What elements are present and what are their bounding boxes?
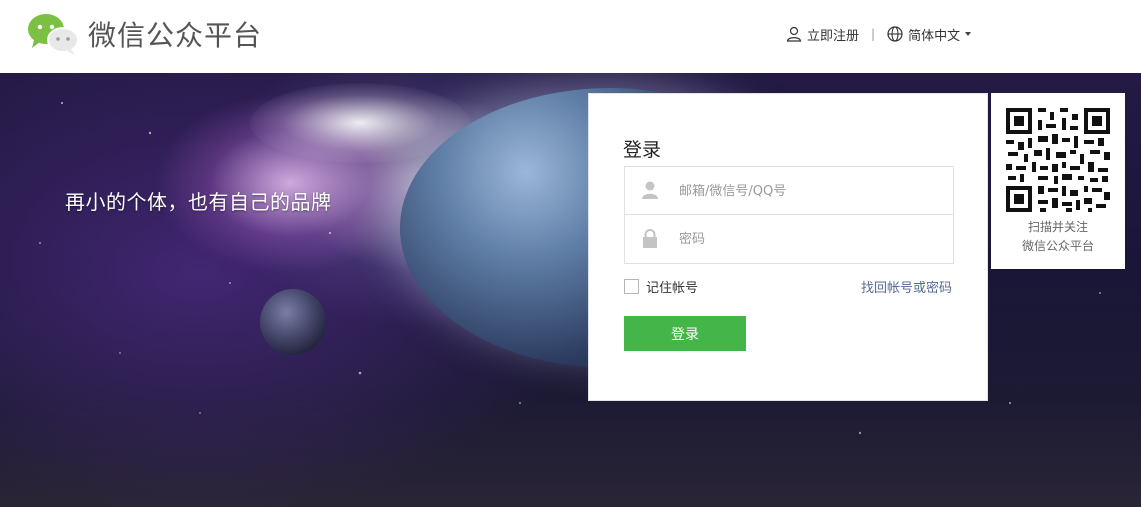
user-icon [786,26,802,42]
header-actions: 立即注册 | 简体中文 [786,22,972,46]
register-label: 立即注册 [807,28,860,44]
qr-caption-line1: 扫描并关注 [1027,220,1088,234]
login-title: 登录 [623,139,662,161]
brand-title[interactable]: 微信公众平台 [88,14,262,54]
remember-account[interactable]: 记住帐号 [624,277,698,296]
lock-icon [643,229,657,248]
qr-caption-line2: 微信公众平台 [1021,239,1094,253]
header-separator: | [871,27,876,41]
header: 微信公众平台 立即注册 | 简体中文 [0,0,1141,73]
language-label: 简体中文 [908,28,961,44]
account-input[interactable] [679,180,939,202]
language-selector[interactable]: 简体中文 [887,25,972,44]
register-link[interactable]: 立即注册 [786,25,859,44]
qr-panel: 扫描并关注 微信公众平台 [991,93,1125,269]
account-field[interactable] [624,166,954,215]
forgot-account-link[interactable]: 找回帐号或密码 [861,277,952,296]
chevron-down-icon [965,32,972,36]
banner-tagline: 再小的个体，也有自己的品牌 [65,190,332,214]
wechat-logo-icon[interactable] [26,12,80,56]
qr-code-image [1004,106,1112,214]
remember-label: 记住帐号 [646,281,699,296]
login-button[interactable]: 登录 [624,316,746,351]
password-input[interactable] [679,228,939,250]
remember-checkbox[interactable] [624,279,639,294]
password-field[interactable] [624,215,954,264]
login-panel: 登录 记住帐号 找回帐号或密码 登录 [588,93,988,401]
user-icon [642,181,658,199]
moon-illustration [260,289,326,355]
globe-icon [887,26,903,42]
